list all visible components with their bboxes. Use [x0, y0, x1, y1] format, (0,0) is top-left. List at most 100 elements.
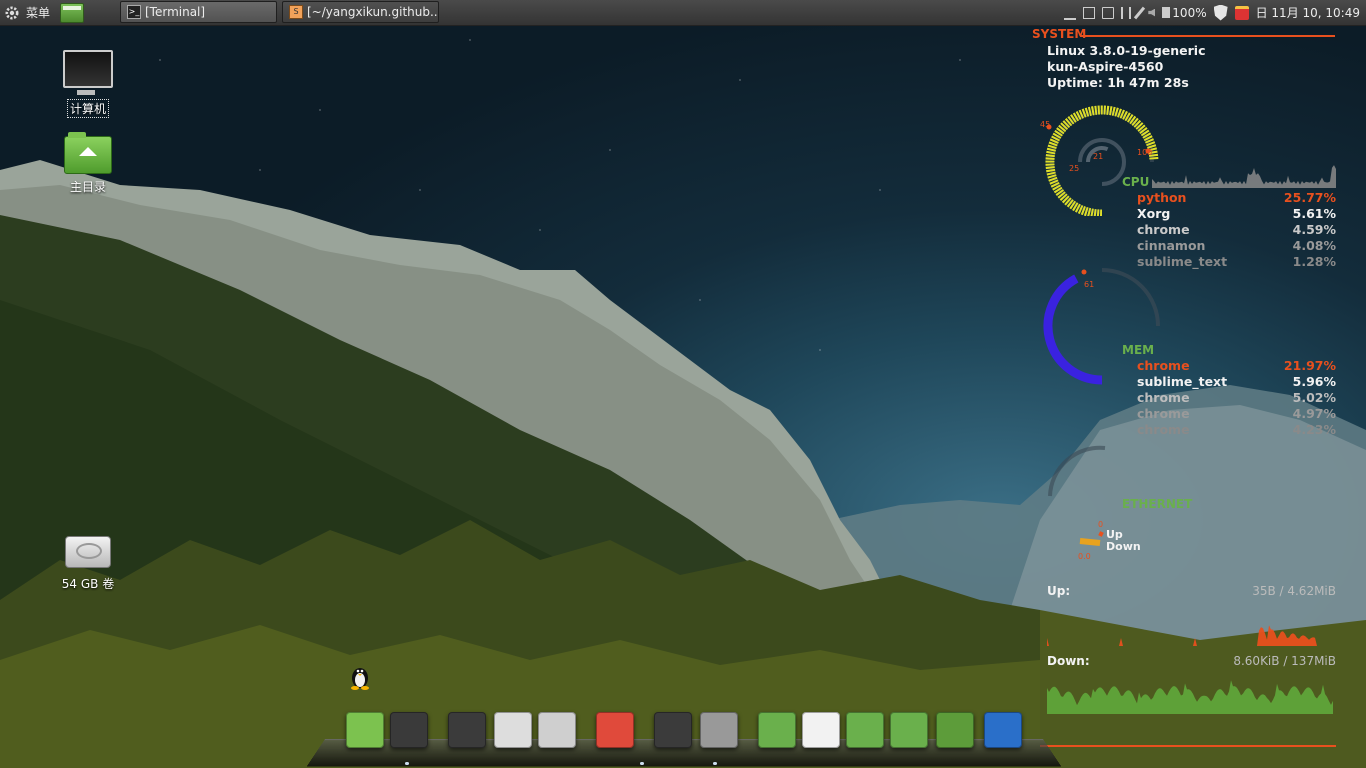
down-small-value: 0.0	[1078, 552, 1091, 561]
camera-icon[interactable]	[700, 712, 738, 748]
process-row: cinnamon 4.08%	[1137, 238, 1336, 253]
process-name: chrome	[1137, 390, 1190, 405]
main-menu-label: 菜单	[26, 6, 51, 20]
mem-gauge-label: 61	[1084, 280, 1095, 289]
cpu-gauge-label-25: 25	[1069, 164, 1080, 173]
documents-icon[interactable]	[802, 712, 840, 748]
process-value: 25.77%	[1283, 190, 1336, 205]
process-row: chrome 5.02%	[1137, 390, 1336, 405]
pen-icon[interactable]	[1134, 6, 1146, 19]
process-row: chrome 21.97%	[1137, 358, 1336, 373]
sublime-text-icon[interactable]	[654, 712, 692, 748]
ethernet-ring-gauge	[1048, 445, 1106, 546]
taskbar-item-terminal[interactable]: >_ [Terminal]	[120, 1, 277, 23]
process-value: 5.61%	[1292, 206, 1336, 221]
up-value: 35B / 4.62MiB	[1252, 584, 1336, 598]
process-name: Xorg	[1137, 206, 1171, 221]
home-folder-icon[interactable]	[758, 712, 796, 748]
cpu-section-label: CPU	[1122, 175, 1150, 189]
battery-icon[interactable]	[1162, 7, 1171, 18]
running-indicator	[713, 762, 717, 765]
process-name: chrome	[1137, 222, 1190, 237]
process-value: 4.59%	[1292, 222, 1336, 237]
process-name: chrome	[1137, 422, 1190, 437]
uptime: Uptime: 1h 47m 28s	[1047, 75, 1189, 90]
process-value: 21.97%	[1283, 358, 1336, 373]
process-row: python 25.77%	[1137, 190, 1336, 205]
network-icon[interactable]	[1083, 6, 1096, 19]
process-value: 4.08%	[1292, 238, 1336, 253]
process-value: 1.28%	[1292, 254, 1336, 269]
terminal-icon: >_	[127, 5, 141, 19]
desktop-icon-label: 主目录	[69, 180, 106, 194]
kernel-version: Linux 3.8.0-19-generic	[1047, 43, 1206, 58]
terminal-icon[interactable]	[390, 712, 428, 748]
volume-icon[interactable]	[1148, 8, 1156, 17]
calendar-icon[interactable]	[1234, 5, 1249, 20]
running-indicator	[640, 762, 644, 765]
system-tray: 100% 日 11月 10, 10:49	[1064, 0, 1366, 25]
process-value: 5.96%	[1292, 374, 1336, 389]
conky-widget: SYSTEM Linux 3.8.0-19-generic kun-Aspire…	[1030, 26, 1340, 756]
home-folder-icon	[64, 132, 112, 174]
cpu-gauge-label-100: 100	[1137, 148, 1153, 157]
accessibility-icon[interactable]	[984, 712, 1022, 748]
sublime-text-icon[interactable]	[448, 712, 486, 748]
drive-icon	[65, 536, 111, 568]
footer-rule	[1040, 745, 1336, 747]
desktop-icon-drive[interactable]: 54 GB 卷	[48, 536, 128, 592]
bluetooth-icon[interactable]	[1121, 6, 1132, 19]
taskbar-item-sublime[interactable]: S [~/yangxikun.github...	[282, 1, 439, 23]
show-desktop-button[interactable]	[60, 3, 84, 23]
down-value: 8.60KiB / 137MiB	[1233, 654, 1336, 668]
process-name: chrome	[1137, 406, 1190, 421]
pidgin-icon[interactable]	[494, 712, 532, 748]
desktop-icon-label: 54 GB 卷	[61, 577, 115, 591]
download-history-graph	[1047, 680, 1333, 714]
mem-section-label: MEM	[1122, 343, 1155, 357]
desktop-icon-home[interactable]: 主目录	[48, 132, 128, 195]
system-header: SYSTEM	[1032, 27, 1087, 41]
taskbar-item-label: [~/yangxikun.github...	[307, 5, 439, 19]
hostname: kun-Aspire-4560	[1047, 59, 1164, 74]
battery-percent: 100%	[1172, 5, 1207, 20]
tux-icon[interactable]	[348, 664, 372, 690]
process-row: chrome 4.23%	[1137, 422, 1336, 437]
calculator-icon[interactable]	[538, 712, 576, 748]
process-name: cinnamon	[1137, 238, 1206, 253]
computer-icon	[63, 50, 113, 95]
header-rule	[1080, 35, 1335, 37]
gear-icon	[5, 6, 19, 19]
desktop-icon-computer[interactable]: 计算机	[48, 50, 128, 118]
up-title: Up:	[1047, 584, 1071, 598]
process-value: 4.97%	[1292, 406, 1336, 421]
cpu-gauge-label-21: 21	[1093, 152, 1104, 161]
main-menu-button[interactable]: 菜单	[4, 3, 50, 22]
process-row: Xorg 5.61%	[1137, 206, 1336, 221]
upload-history-graph	[1047, 625, 1333, 646]
up-small-value: 0	[1098, 520, 1104, 529]
keyboard-icon[interactable]	[1064, 12, 1077, 20]
top-panel: 菜单 >_ [Terminal] S [~/yangxikun.github..…	[0, 0, 1366, 26]
desktop-icon-label: 计算机	[66, 99, 110, 118]
running-indicator	[405, 762, 409, 765]
process-name: python	[1137, 190, 1187, 205]
process-name: chrome	[1137, 358, 1190, 373]
show-desktop-icon[interactable]	[936, 712, 974, 748]
down-title: Down:	[1047, 654, 1090, 668]
panel-clock[interactable]: 日 11月 10, 10:49	[1256, 4, 1360, 21]
linux-mint-menu-icon[interactable]	[346, 712, 384, 748]
process-row: sublime_text 5.96%	[1137, 374, 1336, 389]
network-manager-icon[interactable]	[1102, 6, 1115, 19]
cpu-gauge-label-45: 45	[1040, 120, 1051, 129]
cpu-history-graph	[1152, 165, 1336, 188]
down-label: Down	[1106, 540, 1141, 553]
downloads-folder-icon[interactable]	[890, 712, 928, 748]
chrome-icon[interactable]	[596, 712, 634, 748]
ethernet-section-label: ETHERNET	[1122, 497, 1193, 511]
process-name: sublime_text	[1137, 374, 1228, 389]
shield-icon[interactable]	[1213, 4, 1228, 21]
process-value: 5.02%	[1292, 390, 1336, 405]
process-value: 4.23%	[1292, 422, 1336, 437]
backup-icon[interactable]	[846, 712, 884, 748]
